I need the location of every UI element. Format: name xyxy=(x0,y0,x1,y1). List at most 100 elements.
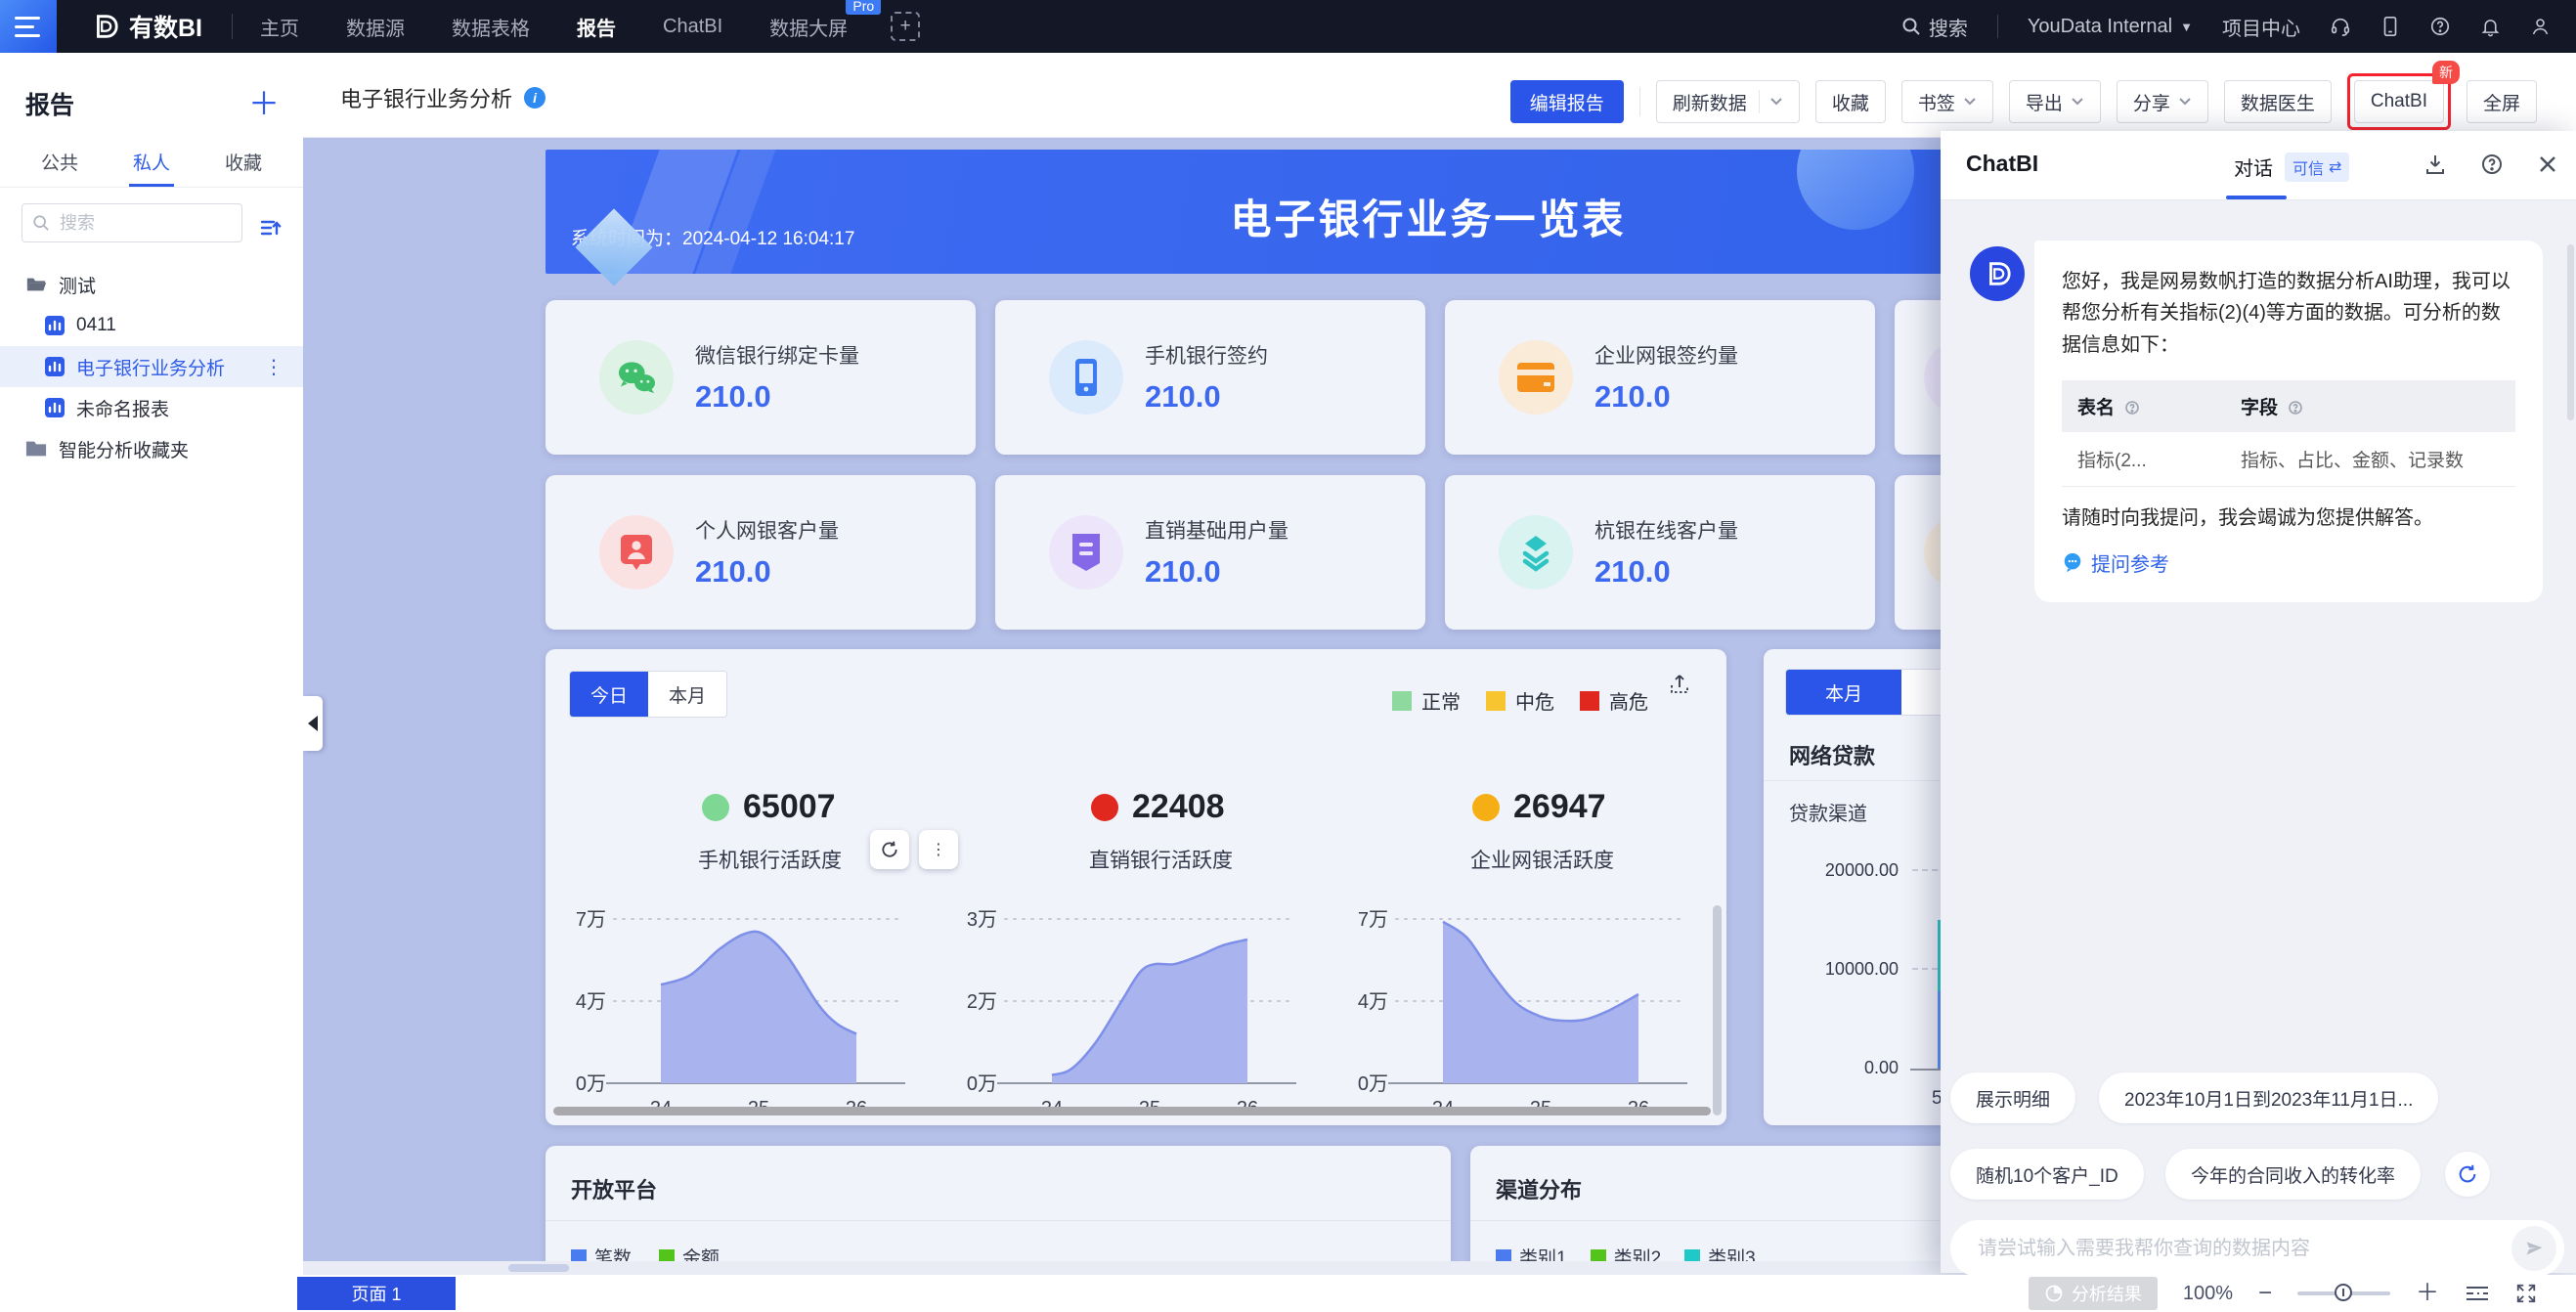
zoom-slider[interactable] xyxy=(2297,1291,2390,1295)
report-item-active[interactable]: 电子银行业务分析 ⋮ xyxy=(0,346,303,387)
report-chart-icon xyxy=(45,357,65,376)
export-button[interactable]: 导出 xyxy=(2009,80,2101,123)
export-chart-icon[interactable] xyxy=(1668,673,1691,696)
legend-item[interactable]: 笔数 xyxy=(571,1244,632,1261)
report-item[interactable]: 未命名报表 xyxy=(0,387,303,428)
folder-item[interactable]: 智能分析收藏夹 xyxy=(0,428,303,469)
kpi-card-mobile-sign[interactable]: 手机银行签约 210.0 xyxy=(995,300,1425,455)
add-module-button[interactable]: + xyxy=(891,12,920,41)
chatbi-button[interactable]: ChatBI xyxy=(2354,80,2444,123)
tab-conversation[interactable]: 对话 xyxy=(2234,153,2273,181)
area-chart-mobile-activity[interactable]: 0万4万7万242526 xyxy=(563,892,915,1126)
fullscreen-button[interactable]: 全屏 xyxy=(2467,80,2537,123)
refresh-suggestions-icon[interactable] xyxy=(2445,1152,2490,1197)
area-chart-corp-activity[interactable]: 0万4万7万242526 xyxy=(1345,892,1697,1126)
sidebar-search-input[interactable] xyxy=(58,212,208,235)
share-button[interactable]: 分享 xyxy=(2117,80,2208,123)
help-icon[interactable] xyxy=(2288,400,2303,415)
legend-normal[interactable]: 正常 xyxy=(1392,686,1461,715)
nav-item-bigscreen[interactable]: 数据大屏 Pro xyxy=(769,13,848,41)
trust-mode-badge[interactable]: 可信⇄ xyxy=(2285,153,2349,182)
support-headset-icon[interactable] xyxy=(2330,16,2351,37)
hamburger-menu-icon[interactable] xyxy=(0,0,57,53)
area-chart-direct-activity[interactable]: 0万2万3万242526 xyxy=(954,892,1306,1126)
badge-ribbon-icon xyxy=(1049,515,1123,590)
more-options-icon[interactable]: ⋮ xyxy=(919,830,958,869)
report-item[interactable]: 0411 xyxy=(0,305,303,346)
suggestion-chip[interactable]: 展示明细 xyxy=(1950,1072,2075,1123)
tab-private[interactable]: 私人 xyxy=(133,149,170,187)
horizontal-scrollbar[interactable] xyxy=(553,1107,1711,1115)
scrollbar-thumb[interactable] xyxy=(508,1264,569,1272)
kpi-card-wechat[interactable]: 微信银行绑定卡量 210.0 xyxy=(546,300,976,455)
tab-public[interactable]: 公共 xyxy=(41,149,78,187)
user-profile-icon[interactable] xyxy=(2530,16,2551,37)
data-doctor-button[interactable]: 数据医生 xyxy=(2224,80,2332,123)
nav-item-report[interactable]: 报告 xyxy=(577,13,616,41)
legend-item[interactable]: 类别2 xyxy=(1591,1244,1662,1261)
tab-this-month[interactable]: 本月 xyxy=(1786,670,1901,715)
fit-width-icon[interactable] xyxy=(2465,1284,2490,1303)
analysis-result-button[interactable]: 分析结果 xyxy=(2029,1277,2158,1310)
vertical-scrollbar[interactable] xyxy=(2567,244,2574,420)
suggestion-chip[interactable]: 随机10个客户_ID xyxy=(1950,1149,2144,1200)
sort-icon[interactable] xyxy=(258,215,284,241)
sidebar-search[interactable] xyxy=(22,203,242,242)
assistant-avatar xyxy=(1970,246,2025,301)
zoom-in-button[interactable]: ＋ xyxy=(2416,1284,2439,1303)
bookmark-button[interactable]: 书签 xyxy=(1901,80,1993,123)
legend-item[interactable]: 金额 xyxy=(659,1244,720,1261)
legend-swatch xyxy=(1684,1249,1700,1262)
edit-report-button[interactable]: 编辑报告 xyxy=(1510,80,1624,123)
nav-item-datatable[interactable]: 数据表格 xyxy=(452,13,530,41)
info-icon[interactable]: i xyxy=(524,87,546,109)
notifications-bell-icon[interactable] xyxy=(2480,16,2501,37)
y-axis-label: 0.00 xyxy=(1793,1058,1899,1078)
legend-high-risk[interactable]: 高危 xyxy=(1580,686,1648,715)
wechat-icon xyxy=(599,340,674,415)
fullscreen-expand-icon[interactable] xyxy=(2515,1283,2537,1304)
legend-medium-risk[interactable]: 中危 xyxy=(1486,686,1554,715)
question-reference-link[interactable]: 提问参考 xyxy=(2062,548,2515,577)
global-search[interactable]: 搜索 xyxy=(1901,13,1968,41)
close-icon[interactable] xyxy=(2537,153,2558,175)
kpi-card-direct-users[interactable]: 直销基础用户量 210.0 xyxy=(995,475,1425,630)
kpi-card-hangbank-online[interactable]: 杭银在线客户量 210.0 xyxy=(1445,475,1875,630)
kpi-card-corp-sign[interactable]: 企业网银签约量 210.0 xyxy=(1445,300,1875,455)
kpi-card-personal-ebank[interactable]: 个人网银客户量 210.0 xyxy=(546,475,976,630)
help-icon[interactable] xyxy=(2124,400,2140,415)
item-more-icon[interactable]: ⋮ xyxy=(264,355,284,379)
chevron-down-icon[interactable] xyxy=(1759,90,1783,113)
legend-item[interactable]: 类别1 xyxy=(1496,1244,1567,1261)
project-center-link[interactable]: 项目中心 xyxy=(2222,13,2300,41)
refresh-data-button[interactable]: 刷新数据 xyxy=(1656,80,1800,123)
suggestion-chip[interactable]: 今年的合同收入的转化率 xyxy=(2165,1149,2421,1200)
help-icon[interactable] xyxy=(2480,153,2504,176)
mobile-app-icon[interactable] xyxy=(2380,16,2400,37)
workspace-selector[interactable]: YouData Internal▼ xyxy=(2028,16,2193,38)
suggestion-chip[interactable]: 2023年10月1日到2023年11月1日... xyxy=(2099,1072,2438,1123)
tab-this-month[interactable]: 本月 xyxy=(648,672,726,717)
tab-favorites[interactable]: 收藏 xyxy=(225,149,262,187)
nav-item-chatbi[interactable]: ChatBI xyxy=(663,16,722,38)
send-icon[interactable] xyxy=(2511,1226,2556,1271)
sidebar-collapse-handle[interactable] xyxy=(303,696,323,751)
nav-item-home[interactable]: 主页 xyxy=(260,13,299,41)
zoom-out-button[interactable]: − xyxy=(2258,1284,2272,1303)
vertical-scrollbar[interactable] xyxy=(1713,905,1722,1115)
help-icon[interactable] xyxy=(2429,16,2451,37)
favorite-button[interactable]: 收藏 xyxy=(1815,80,1886,123)
app-logo[interactable]: 有数BI xyxy=(90,9,202,44)
chat-input[interactable] xyxy=(1976,1237,2511,1261)
greeting-text: 您好，我是网易数帆打造的数据分析AI助理，我可以帮您分析有关指标(2)(4)等方… xyxy=(2062,266,2515,361)
nav-item-datasource[interactable]: 数据源 xyxy=(346,13,405,41)
create-report-button[interactable]: ＋ xyxy=(248,91,280,116)
tab-today[interactable]: 今日 xyxy=(570,672,648,717)
zoom-slider-thumb[interactable] xyxy=(2335,1284,2352,1301)
refresh-icon[interactable] xyxy=(870,830,909,869)
sidebar-title: 报告 xyxy=(25,86,74,121)
folder-item[interactable]: 测试 xyxy=(0,264,303,305)
legend-item[interactable]: 类别3 xyxy=(1684,1244,1756,1261)
page-tab[interactable]: 页面 1 xyxy=(297,1277,456,1310)
download-icon[interactable] xyxy=(2423,153,2447,176)
